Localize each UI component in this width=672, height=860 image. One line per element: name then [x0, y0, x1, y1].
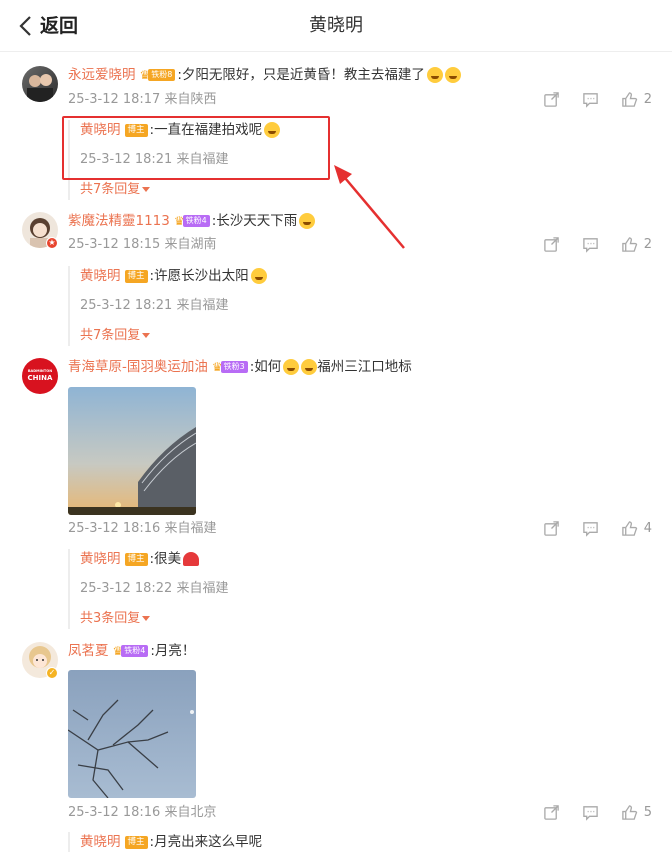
like-button[interactable]: 4	[621, 520, 652, 537]
comment-icon	[582, 806, 598, 821]
like-count: 2	[643, 237, 652, 252]
comment-text: :月亮！	[150, 643, 196, 659]
thumbs-up-icon	[621, 521, 637, 536]
comment-text-tail: 福州三江口地标	[317, 359, 412, 375]
comment-icon	[582, 238, 598, 253]
comment-button[interactable]	[582, 804, 599, 821]
caret-down-icon	[142, 616, 151, 621]
thumbs-up-icon	[621, 805, 637, 820]
verified-icon: ★	[46, 237, 58, 249]
username[interactable]: 紫魔法精靈1113	[68, 211, 170, 231]
emoji-icon	[283, 359, 300, 375]
like-count: 4	[643, 521, 652, 536]
comment-button[interactable]	[582, 520, 599, 537]
avatar[interactable]: BADMINTON CHINA	[22, 358, 58, 394]
emoji-icon	[299, 213, 316, 229]
username[interactable]: 青海草原-国羽奥运加油	[68, 357, 208, 377]
share-button[interactable]	[543, 236, 560, 253]
reply-username[interactable]: 黄晓明	[80, 549, 121, 569]
comment-button[interactable]	[582, 91, 599, 108]
more-replies-link[interactable]: 共7条回复	[80, 180, 648, 200]
author-badge: 博主	[124, 835, 148, 849]
comment-meta: 25-3-12 18:15 来自湖南	[68, 237, 217, 252]
emoji-icon	[444, 67, 461, 83]
comment-icon	[582, 522, 598, 537]
caret-down-icon	[142, 333, 151, 338]
share-button[interactable]	[543, 804, 560, 821]
verified-icon: ✓	[46, 667, 58, 679]
like-button[interactable]: 2	[621, 91, 652, 108]
reply-username[interactable]: 黄晓明	[80, 266, 121, 286]
more-replies-link[interactable]: 共7条回复	[80, 326, 648, 346]
comment-button[interactable]	[582, 236, 599, 253]
reply-text: :很美	[149, 551, 182, 567]
fan-badge: ♛ 铁粉4	[174, 214, 210, 228]
share-icon	[543, 521, 559, 536]
like-button[interactable]: 2	[621, 236, 652, 253]
like-button[interactable]: 5	[621, 804, 652, 821]
comment-meta: 25-3-12 18:16 来自福建	[68, 521, 217, 536]
fan-badge: ♛ 铁粉3	[212, 360, 248, 374]
reply-meta: 25-3-12 18:22 来自福建	[80, 581, 229, 596]
username[interactable]: 永远爱晓明	[68, 65, 136, 85]
comment-meta: 25-3-12 18:16 来自北京	[68, 805, 217, 820]
author-badge: 博主	[124, 552, 148, 566]
like-count: 5	[643, 805, 652, 820]
fan-badge: ♛ 铁粉8	[140, 68, 176, 82]
like-count: 2	[643, 92, 652, 107]
share-icon	[543, 805, 559, 820]
reply-block: 黄晓明 博主 :月亮出来这么早呢	[68, 832, 648, 852]
fan-badge: ♛ 铁粉4	[113, 644, 149, 658]
username[interactable]: 凤茗夏	[68, 641, 109, 661]
highlight-box	[62, 116, 330, 180]
share-icon	[543, 92, 559, 107]
building-sunset-image	[68, 387, 196, 515]
comment-text: :长沙天天下雨	[211, 213, 298, 229]
comment-photo[interactable]	[68, 387, 196, 515]
reply-meta: 25-3-12 18:21 来自福建	[80, 298, 229, 313]
comment-text: :如何	[249, 359, 282, 375]
reply-text: :许愿长沙出太阳	[149, 268, 249, 284]
thumbs-up-icon	[621, 237, 637, 252]
page-title: 黄晓明	[309, 15, 363, 36]
avatar-text: CHINA	[27, 374, 53, 382]
comment-icon	[582, 93, 598, 108]
heart-icon	[183, 552, 200, 566]
reply-text: :月亮出来这么早呢	[149, 834, 263, 850]
share-button[interactable]	[543, 520, 560, 537]
share-button[interactable]	[543, 91, 560, 108]
emoji-icon	[250, 268, 267, 284]
comment-meta: 25-3-12 18:17 来自陕西	[68, 92, 217, 107]
more-replies-link[interactable]: 共3条回复	[80, 609, 648, 629]
reply-username[interactable]: 黄晓明	[80, 832, 121, 852]
emoji-icon	[301, 359, 318, 375]
reply-block: 黄晓明 博主 :很美 25-3-12 18:22 来自福建 共3条回复	[68, 549, 648, 629]
reply-block: 黄晓明 博主 :许愿长沙出太阳 25-3-12 18:21 来自福建 共7条回复	[68, 266, 648, 346]
emoji-icon	[426, 67, 443, 83]
top-bar: 返回 黄晓明	[0, 0, 672, 52]
moon-sky-image	[68, 670, 196, 798]
comment-photo[interactable]	[68, 670, 196, 798]
author-badge: 博主	[124, 269, 148, 283]
thumbs-up-icon	[621, 92, 637, 107]
caret-down-icon	[142, 187, 151, 192]
comment-text: :夕阳无限好，只是近黄昏！教主去福建了	[177, 67, 425, 83]
avatar[interactable]	[22, 66, 58, 102]
share-icon	[543, 237, 559, 252]
